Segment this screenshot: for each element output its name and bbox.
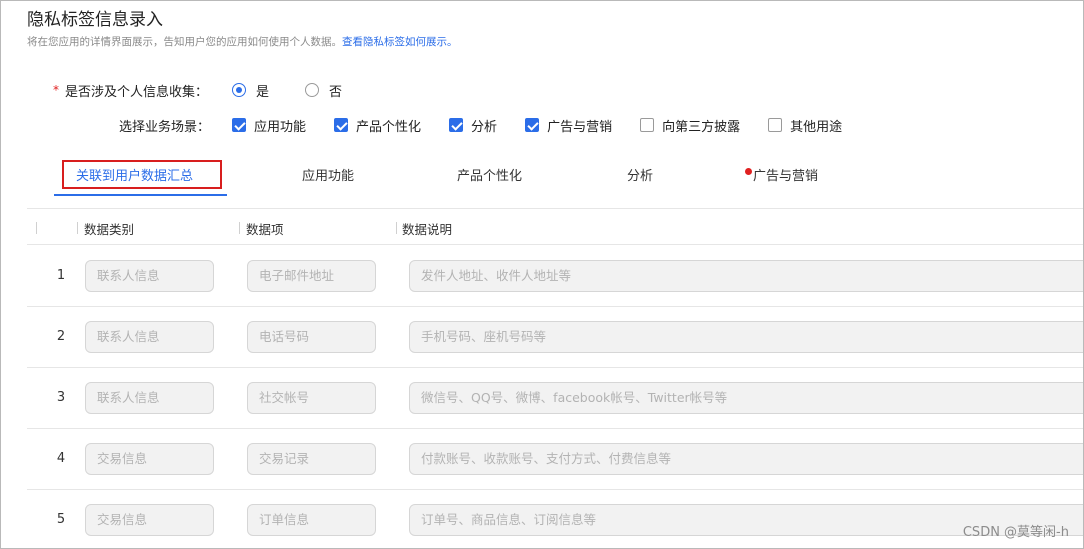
view-label-display-link[interactable]: 查看隐私标签如何展示。 bbox=[342, 36, 458, 48]
subtitle-text: 将在您应用的详情界面展示，告知用户您的应用如何使用个人数据。 bbox=[27, 36, 342, 48]
radio-no[interactable]: 否 bbox=[305, 81, 342, 100]
checkbox-label: 应用功能 bbox=[254, 119, 307, 135]
data-item-field[interactable]: 电话号码 bbox=[247, 321, 376, 353]
tab-ads-marketing[interactable]: 广告与营销 bbox=[753, 165, 818, 184]
checkbox-box[interactable] bbox=[640, 118, 655, 132]
data-item-field[interactable]: 交易记录 bbox=[247, 443, 376, 475]
page-subtitle: 将在您应用的详情界面展示，告知用户您的应用如何使用个人数据。查看隐私标签如何展示… bbox=[27, 34, 458, 49]
checkbox-box[interactable] bbox=[449, 118, 464, 132]
radio-circle-yes[interactable] bbox=[232, 83, 247, 97]
checkbox-label: 分析 bbox=[471, 119, 498, 135]
business-scenario-row: 选择业务场景： 应用功能 产品个性化 分析 广告与营销 向第三方披露 其他用途 bbox=[119, 116, 870, 135]
scenario-checkbox-group: 应用功能 产品个性化 分析 广告与营销 向第三方披露 其他用途 bbox=[232, 116, 870, 135]
category-field[interactable]: 交易信息 bbox=[85, 443, 214, 475]
table-row: 4 交易信息 交易记录 付款账号、收款账号、支付方式、付费信息等 bbox=[27, 429, 1083, 490]
table-header: 数据类别 数据项 数据说明 bbox=[27, 209, 1083, 245]
checkbox-personalization[interactable]: 产品个性化 bbox=[334, 116, 421, 135]
table-row: 1 联系人信息 电子邮件地址 发件人地址、收件人地址等 bbox=[27, 246, 1083, 307]
category-field[interactable]: 联系人信息 bbox=[85, 382, 214, 414]
data-item-field[interactable]: 社交帐号 bbox=[247, 382, 376, 414]
checkbox-ads-marketing[interactable]: 广告与营销 bbox=[525, 116, 612, 135]
column-header-item: 数据项 bbox=[246, 222, 284, 237]
radio-no-label: 否 bbox=[329, 84, 343, 100]
tab-personalization[interactable]: 产品个性化 bbox=[457, 165, 522, 184]
checkbox-other-purposes[interactable]: 其他用途 bbox=[768, 116, 842, 135]
row-index: 5 bbox=[56, 512, 66, 527]
column-separator bbox=[36, 222, 37, 234]
scenario-label: 选择业务场景： bbox=[119, 119, 211, 135]
table-row: 2 联系人信息 电话号码 手机号码、座机号码等 bbox=[27, 307, 1083, 368]
checkbox-analytics[interactable]: 分析 bbox=[449, 116, 497, 135]
column-separator bbox=[77, 222, 78, 234]
radio-yes[interactable]: 是 bbox=[232, 81, 269, 100]
description-field[interactable]: 发件人地址、收件人地址等 bbox=[409, 260, 1083, 292]
category-field[interactable]: 联系人信息 bbox=[85, 260, 214, 292]
column-header-description: 数据说明 bbox=[402, 222, 453, 237]
checkbox-label: 广告与营销 bbox=[547, 119, 613, 135]
watermark: CSDN @莫等闲-h bbox=[962, 525, 1069, 540]
checkbox-label: 其他用途 bbox=[790, 119, 843, 135]
description-field[interactable]: 手机号码、座机号码等 bbox=[409, 321, 1083, 353]
checkbox-box[interactable] bbox=[232, 118, 247, 132]
tab-analytics[interactable]: 分析 bbox=[627, 165, 653, 184]
yes-no-radio-group: 是 否 bbox=[232, 81, 378, 100]
row-index: 2 bbox=[56, 329, 66, 344]
column-separator bbox=[396, 222, 397, 234]
checkbox-box[interactable] bbox=[525, 118, 540, 132]
category-field[interactable]: 联系人信息 bbox=[85, 321, 214, 353]
personal-info-question: * 是否涉及个人信息收集： 是 否 bbox=[53, 81, 378, 100]
tab-app-function[interactable]: 应用功能 bbox=[302, 165, 354, 184]
radio-circle-no[interactable] bbox=[305, 83, 320, 97]
tab-notification-dot bbox=[745, 168, 752, 175]
table-row: 3 联系人信息 社交帐号 微信号、QQ号、微博、facebook帐号、Twitt… bbox=[27, 368, 1083, 429]
description-field[interactable]: 微信号、QQ号、微博、facebook帐号、Twitter帐号等 bbox=[409, 382, 1083, 414]
column-separator bbox=[239, 222, 240, 234]
table-row: 5 交易信息 订单信息 订单号、商品信息、订阅信息等 bbox=[27, 490, 1083, 548]
data-item-field[interactable]: 电子邮件地址 bbox=[247, 260, 376, 292]
checkbox-box[interactable] bbox=[768, 118, 783, 132]
category-field[interactable]: 交易信息 bbox=[85, 504, 214, 536]
row-index: 4 bbox=[56, 451, 66, 466]
privacy-label-form: 隐私标签信息录入 将在您应用的详情界面展示，告知用户您的应用如何使用个人数据。查… bbox=[0, 0, 1084, 549]
checkbox-label: 向第三方披露 bbox=[662, 119, 741, 135]
radio-yes-label: 是 bbox=[256, 84, 270, 100]
checkbox-third-party-disclosure[interactable]: 向第三方披露 bbox=[640, 116, 740, 135]
data-item-field[interactable]: 订单信息 bbox=[247, 504, 376, 536]
question-label: 是否涉及个人信息收集： bbox=[65, 84, 209, 100]
required-mark: * bbox=[53, 83, 59, 97]
tab-highlight-box bbox=[62, 160, 222, 189]
row-index: 1 bbox=[56, 268, 66, 283]
page-title: 隐私标签信息录入 bbox=[27, 10, 163, 30]
column-header-category: 数据类别 bbox=[84, 222, 135, 237]
description-field[interactable]: 付款账号、收款账号、支付方式、付费信息等 bbox=[409, 443, 1083, 475]
checkbox-box[interactable] bbox=[334, 118, 349, 132]
checkbox-app-function[interactable]: 应用功能 bbox=[232, 116, 306, 135]
active-tab-underline bbox=[54, 194, 227, 196]
checkbox-label: 产品个性化 bbox=[356, 119, 422, 135]
row-index: 3 bbox=[56, 390, 66, 405]
